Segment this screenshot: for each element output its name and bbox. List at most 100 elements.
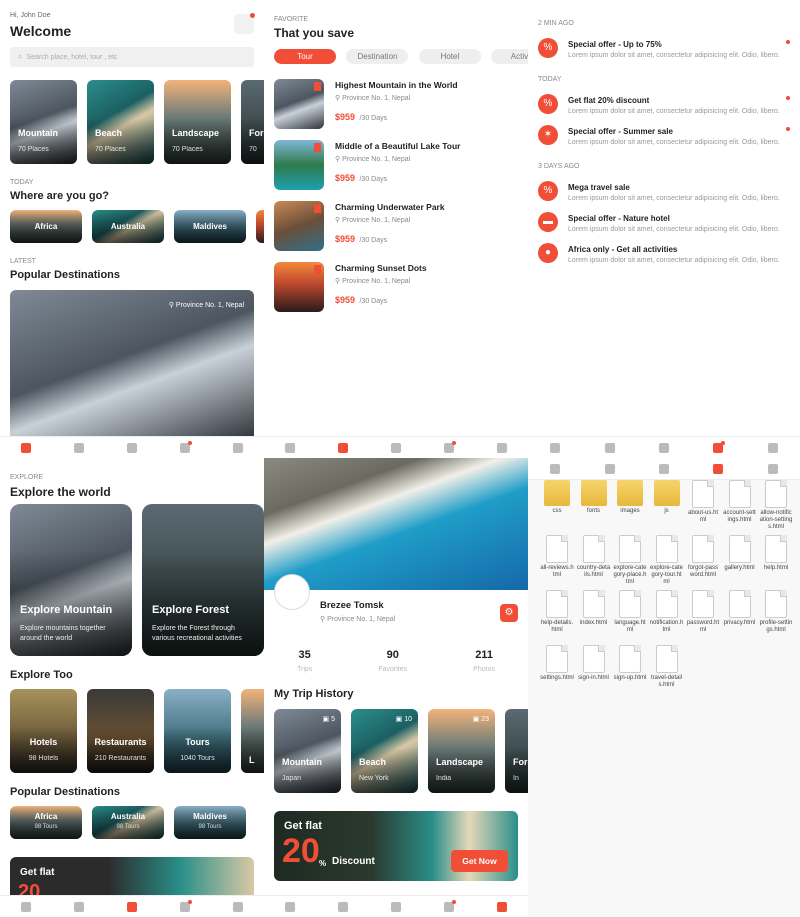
category-card-mountain[interactable]: Mountain 70 Places [10,80,77,164]
file-item[interactable]: notification.html [650,590,684,634]
explore-too-tours[interactable]: Tours 1040 Tours [164,689,231,773]
home-icon[interactable] [21,442,32,453]
file-item[interactable]: settings.html [540,645,574,682]
file-item[interactable]: all-reviews.html [540,535,574,579]
folder-item[interactable]: js [650,480,684,515]
country-card-africa[interactable]: Africa [10,210,82,243]
list-item[interactable]: Charming Sunset Dots ⚲ Province No. 1, N… [274,262,518,314]
file-item[interactable]: travel-details.html [650,645,684,689]
notification-item[interactable]: % Special offer - Up to 75% Lorem ipsum do… [528,38,800,68]
home-icon[interactable] [550,442,561,453]
home-icon[interactable] [285,442,296,453]
file-item[interactable]: account-settings.html [723,480,757,524]
bookmark-icon[interactable] [604,463,615,474]
search-bar[interactable]: ⌕ Search place, hotel, tour , etc [10,47,254,67]
trip-card-beach[interactable]: ▣ 10 Beach New York [351,709,418,793]
bookmark-icon[interactable] [314,265,321,274]
file-item[interactable]: password.html [686,590,720,634]
notification-item[interactable]: ✶ Special offer - Summer sale Lorem ipsum … [528,125,800,155]
bell-icon[interactable] [713,440,726,453]
notification-bell-button[interactable] [234,13,255,34]
tab-hotel[interactable]: Hotel [418,49,481,64]
compass-icon[interactable] [390,442,401,453]
settings-gear-button[interactable]: ⚙ [500,604,518,622]
bookmark-icon[interactable] [604,442,615,453]
file-item[interactable]: sign-up.html [613,645,647,682]
home-icon[interactable] [21,901,32,912]
tab-destination[interactable]: Destination [346,49,409,64]
user-icon[interactable] [232,442,243,453]
file-item[interactable]: index.html [577,590,611,627]
user-icon[interactable] [496,442,507,453]
file-item[interactable]: about-us.html [686,480,720,524]
folder-item[interactable]: images [613,480,647,515]
file-item[interactable]: help.html [759,535,793,572]
file-item[interactable]: sign-in.html [577,645,611,682]
folder-item[interactable]: fonts [577,480,611,515]
bookmark-icon[interactable] [314,82,321,91]
explore-too-restaurants[interactable]: Restaurants 210 Restaurants [87,689,154,773]
bell-icon[interactable] [443,899,456,912]
popular-card-africa[interactable]: Africa 98 Tours [10,806,82,839]
user-icon[interactable] [232,901,243,912]
bookmark-icon[interactable] [338,442,349,453]
popular-card-maldives[interactable]: Maldives 98 Tours [174,806,246,839]
list-item[interactable]: Charming Underwater Park ⚲ Province No. … [274,201,518,253]
folder-item[interactable]: css [540,480,574,515]
file-item[interactable]: language.html [613,590,647,634]
bell-icon[interactable] [443,440,456,453]
compass-icon[interactable] [658,442,669,453]
discount-banner[interactable]: Get flat 20 % Discount Get Now [274,811,518,881]
tab-activities[interactable]: Activiti [491,49,528,64]
compass-icon[interactable] [390,901,401,912]
category-card-beach[interactable]: Beach 70 Places [87,80,154,164]
trip-card-forest[interactable]: Fore In [505,709,528,793]
promo-banner[interactable]: Get flat 20 [10,857,254,897]
file-item[interactable]: help-details.html [540,590,574,634]
notification-item[interactable]: % Get flat 20% discount Lorem ipsum dolor … [528,94,800,124]
bookmark-icon[interactable] [314,204,321,213]
user-icon[interactable] [767,463,778,474]
trip-card-landscape[interactable]: ▣ 23 Landscape India [428,709,495,793]
notification-item[interactable]: ● Africa only - Get all activities Lorem i… [528,243,800,273]
explore-too-more[interactable]: L [241,689,264,773]
bell-icon[interactable] [179,899,192,912]
file-item[interactable]: country-details.html [577,535,611,579]
category-card-forest[interactable]: Fore 70 [241,80,264,164]
bookmark-icon[interactable] [74,901,85,912]
avatar[interactable] [274,574,310,610]
compass-icon[interactable] [126,901,137,912]
home-icon[interactable] [550,463,561,474]
explore-card-forest[interactable]: Explore Forest Explore the Forest throug… [142,504,264,656]
explore-card-mountain[interactable]: Explore Mountain Explore mountains toget… [10,504,132,656]
search-input[interactable]: Search place, hotel, tour , etc [26,54,117,61]
file-item[interactable]: gallery.html [723,535,757,572]
tab-tour[interactable]: Tour [274,49,336,64]
file-item[interactable]: forgot-password.html [686,535,720,579]
popular-card-australia[interactable]: Australia 98 Tours [92,806,164,839]
bell-icon[interactable] [179,440,192,453]
category-card-landscape[interactable]: Landscape 70 Places [164,80,231,164]
user-icon[interactable] [496,901,507,912]
country-card-australia[interactable]: Australia [92,210,164,243]
file-item[interactable]: explore-category-place.html [613,535,647,586]
compass-icon[interactable] [658,463,669,474]
get-now-button[interactable]: Get Now [451,850,508,872]
file-item[interactable]: privacy.html [723,590,757,627]
bookmark-icon[interactable] [314,143,321,152]
featured-destination-card[interactable]: ⚲ Province No. 1, Nepal [10,290,254,440]
file-item[interactable]: allow-notification-settings.html [759,480,793,531]
user-icon[interactable] [767,442,778,453]
list-item[interactable]: Middle of a Beautiful Lake Tour ⚲ Provin… [274,140,518,192]
home-icon[interactable] [285,901,296,912]
country-card-maldives[interactable]: Maldives [174,210,246,243]
compass-icon[interactable] [126,442,137,453]
file-item[interactable]: profile-settings.html [759,590,793,634]
country-card-more[interactable] [256,210,264,243]
list-item[interactable]: Highest Mountain in the World ⚲ Province… [274,79,518,131]
bell-icon[interactable] [713,463,724,474]
notification-item[interactable]: ▬ Special offer - Nature hotel Lorem ipsum… [528,212,800,242]
bookmark-icon[interactable] [74,442,85,453]
bookmark-icon[interactable] [338,901,349,912]
notification-item[interactable]: % Mega travel sale Lorem ipsum dolor sit a… [528,181,800,211]
